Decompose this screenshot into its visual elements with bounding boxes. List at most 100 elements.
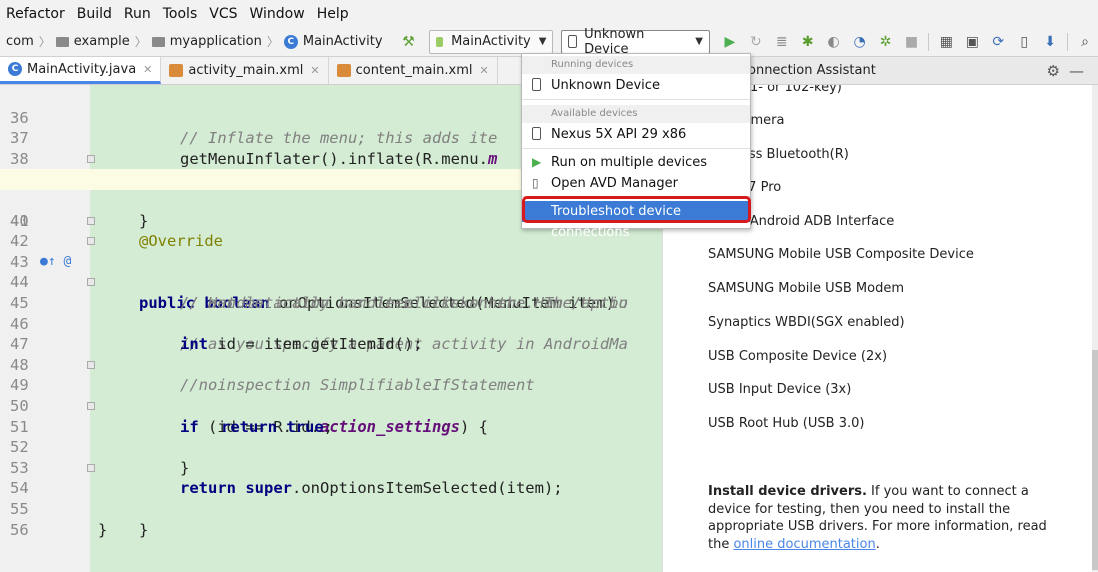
device-select-label: Unknown Device: [584, 26, 645, 57]
sync-gradle-icon[interactable]: ⟳: [990, 34, 1006, 50]
folder-icon: [151, 36, 165, 47]
phone-icon: [568, 35, 578, 48]
breadcrumb-com[interactable]: com: [6, 34, 34, 49]
fold-marker-icon[interactable]: [87, 360, 95, 369]
hammer-icon[interactable]: ⚒: [401, 34, 417, 50]
code-line: 51 }: [0, 396, 662, 477]
device-select[interactable]: Unknown Device ▼: [561, 26, 710, 57]
run-icon[interactable]: ▶: [722, 34, 738, 50]
search-icon[interactable]: ⌕: [1077, 34, 1093, 50]
install-drivers-heading: Install device drivers.: [708, 484, 867, 499]
chevron-down-icon: ▼: [695, 36, 703, 47]
online-documentation-link[interactable]: online documentation: [733, 537, 875, 552]
device-list-item: Synaptics WBDI(SGX enabled): [708, 315, 905, 330]
attach-debugger-icon[interactable]: ✲: [878, 34, 894, 50]
menu-item-label: Open AVD Manager: [551, 176, 678, 191]
fold-marker-icon[interactable]: [87, 402, 95, 410]
toolbar-divider: [1067, 32, 1069, 51]
menu-item-label: Nexus 5X API 29 x86: [551, 127, 687, 142]
menu-tools[interactable]: Tools: [157, 6, 204, 22]
apply-changes-icon[interactable]: ↻: [748, 34, 764, 50]
profile-icon[interactable]: ◔: [852, 34, 868, 50]
coverage-icon[interactable]: ◐: [826, 34, 842, 50]
open-avd-manager[interactable]: ▯ Open AVD Manager: [522, 173, 750, 194]
folder-icon: [55, 36, 69, 47]
panel-scrollbar[interactable]: [1092, 85, 1098, 572]
avd-manager-icon[interactable]: ▯: [1016, 34, 1032, 50]
class-icon: C: [283, 34, 298, 49]
menu-vcs[interactable]: VCS: [203, 6, 243, 22]
code-line: 45 // as you specify a parent activity i…: [0, 272, 662, 353]
menu-divider: [522, 99, 750, 100]
panel-title: onnection Assistant: [748, 63, 876, 78]
highlight-annotation-box: [522, 196, 751, 223]
close-icon[interactable]: ✕: [479, 64, 488, 77]
scrollbar-thumb[interactable]: [1092, 350, 1098, 570]
device-list-item: USB Composite Device (2x): [708, 349, 888, 364]
menu-build[interactable]: Build: [71, 6, 118, 22]
avd-manager-icon: ▯: [532, 176, 539, 190]
fold-marker-icon[interactable]: [87, 278, 95, 287]
close-icon[interactable]: ✕: [143, 63, 152, 76]
run-icon: ▶: [532, 155, 542, 169]
fold-marker-icon[interactable]: [87, 154, 95, 163]
tab-mainactivity-java[interactable]: C MainActivity.java ✕: [0, 57, 162, 84]
android-config-icon: [436, 36, 444, 47]
running-device-unknown[interactable]: Unknown Device: [522, 75, 750, 96]
close-icon[interactable]: ✕: [310, 64, 319, 77]
layout-inspector-icon[interactable]: ▣: [964, 34, 980, 50]
menu-item-label: Unknown Device: [551, 78, 660, 93]
fold-marker-icon[interactable]: [87, 237, 95, 246]
code-line: 48 //noinspection SimplifiableIfStatemen…: [0, 334, 662, 395]
device-list-item: SAMSUNG Mobile USB Composite Device: [708, 247, 974, 262]
sdk-manager-icon[interactable]: ⬇: [1042, 34, 1058, 50]
device-list-item: SAMSUNG Mobile USB Modem: [708, 281, 904, 296]
tab-activity-main-xml[interactable]: activity_main.xml ✕: [161, 57, 329, 84]
debug-icon[interactable]: ✱: [800, 34, 816, 50]
menu-window[interactable]: Window: [244, 6, 311, 22]
toolbar-divider: [928, 32, 930, 51]
phone-icon: [532, 78, 546, 92]
code-line: 54 }: [0, 458, 662, 539]
device-list-item: USB Root Hub (USB 3.0): [708, 416, 865, 431]
code-line: 44 // automatically handle clicks on the…: [0, 252, 662, 312]
available-device-nexus-5x[interactable]: Nexus 5X API 29 x86: [522, 124, 750, 145]
tab-label: content_main.xml: [355, 63, 473, 78]
menu-run[interactable]: Run: [118, 6, 157, 22]
code-line: 56: [0, 499, 662, 539]
xml-file-icon: [169, 64, 184, 77]
device-list-item: USB Input Device (3x): [708, 382, 852, 397]
run-on-multiple-devices[interactable]: ▶ Run on multiple devices: [522, 152, 750, 173]
menu-refactor[interactable]: Refactor: [0, 6, 71, 22]
menu-divider: [522, 148, 750, 149]
install-drivers-end: .: [875, 536, 880, 552]
apply-code-changes-icon[interactable]: ≣: [774, 34, 790, 50]
gear-icon[interactable]: ⚙: [1047, 62, 1060, 80]
menu-help[interactable]: Help: [311, 6, 355, 22]
chevron-down-icon: ▼: [538, 36, 547, 47]
xml-file-icon: [336, 64, 351, 77]
project-structure-icon[interactable]: ▦: [938, 34, 954, 50]
tab-content-main-xml[interactable]: content_main.xml ✕: [329, 57, 498, 84]
code-line: 53 return super.onOptionsItemSelected(it…: [0, 437, 662, 498]
tab-label: activity_main.xml: [188, 63, 304, 78]
run-config-label: MainActivity: [451, 34, 531, 49]
fold-marker-icon[interactable]: [87, 216, 95, 225]
breadcrumb-myapplication[interactable]: myapplication: [170, 34, 262, 49]
tab-label: MainActivity.java: [27, 61, 137, 77]
breadcrumb-mainactivity[interactable]: MainActivity: [303, 34, 383, 49]
breadcrumb-example[interactable]: example: [74, 34, 130, 49]
stop-icon[interactable]: ■: [903, 34, 919, 50]
minimize-icon[interactable]: —: [1069, 62, 1084, 80]
chevron-right-icon: 〉: [266, 35, 279, 49]
phone-icon: [532, 127, 546, 141]
code-line: 50 return true;: [0, 375, 662, 436]
code-text: }: [139, 520, 149, 539]
fold-marker-icon[interactable]: [87, 463, 95, 472]
class-icon: C: [8, 62, 22, 76]
menu-item-label: Run on multiple devices: [551, 155, 708, 170]
available-devices-header: Available devices: [522, 105, 750, 123]
run-config-select[interactable]: MainActivity ▼: [429, 29, 554, 54]
line-number: 56: [10, 520, 29, 539]
menu-bar: Refactor Build Run Tools VCS Window Help: [0, 0, 1098, 27]
